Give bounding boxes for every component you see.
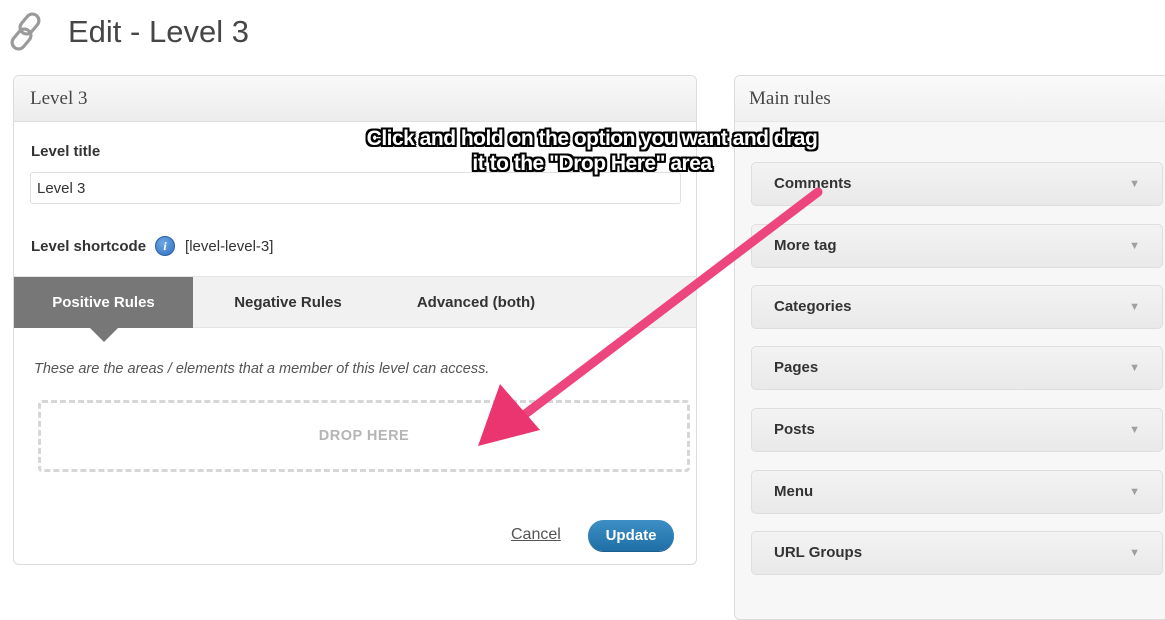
chevron-down-icon[interactable]: ▼ (1129, 424, 1140, 436)
rule-item-pages[interactable]: Pages ▼ (751, 346, 1163, 390)
info-icon[interactable]: i (155, 236, 176, 256)
rule-item-menu[interactable]: Menu ▼ (751, 470, 1163, 514)
rule-item-more-tag[interactable]: More tag ▼ (751, 224, 1163, 268)
rule-item-categories[interactable]: Categories ▼ (751, 285, 1163, 329)
level-panel-heading: Level 3 (14, 76, 696, 122)
rule-item-label: Posts (774, 421, 815, 438)
level-edit-panel: Level 3 Level title Level shortcode i [l… (13, 75, 697, 565)
chevron-down-icon[interactable]: ▼ (1129, 547, 1140, 559)
link-icon (10, 12, 41, 51)
level-shortcode-label: Level shortcode (31, 237, 147, 255)
tab-negative-rules[interactable]: Negative Rules (208, 277, 368, 328)
chevron-down-icon[interactable]: ▼ (1129, 178, 1140, 190)
rule-item-label: Categories (774, 298, 852, 315)
rule-item-comments[interactable]: Comments ▼ (751, 162, 1163, 206)
rule-item-label: Pages (774, 359, 819, 376)
chevron-down-icon[interactable]: ▼ (1129, 301, 1140, 313)
rule-item-label: Comments (774, 175, 852, 192)
rule-item-url-groups[interactable]: URL Groups ▼ (751, 531, 1163, 575)
rule-item-label: More tag (774, 237, 837, 254)
main-rules-heading: Main rules (735, 76, 1165, 122)
level-shortcode-value: [level-level-3] (185, 237, 274, 255)
level-shortcode-row: Level shortcode i [level-level-3] (31, 234, 273, 258)
tab-positive-rules[interactable]: Positive Rules (14, 277, 193, 342)
level-title-label: Level title (31, 143, 101, 160)
page-title: Edit - Level 3 (68, 14, 249, 49)
cancel-link[interactable]: Cancel (511, 526, 561, 544)
chevron-down-icon[interactable]: ▼ (1129, 240, 1140, 252)
drop-zone[interactable]: DROP HERE (38, 400, 690, 472)
chevron-down-icon[interactable]: ▼ (1129, 486, 1140, 498)
drop-zone-label: DROP HERE (318, 428, 410, 444)
tab-advanced-both[interactable]: Advanced (both) (388, 277, 564, 328)
update-button[interactable]: Update (588, 520, 674, 551)
main-rules-panel: Main rules Comments ▼ More tag ▼ Categor… (734, 75, 1165, 620)
level-title-input[interactable] (30, 172, 681, 204)
tab-description: These are the areas / elements that a me… (34, 361, 490, 377)
chevron-down-icon[interactable]: ▼ (1129, 362, 1140, 374)
rules-tabs: Positive Rules Negative Rules Advanced (… (14, 276, 696, 342)
rule-item-posts[interactable]: Posts ▼ (751, 408, 1163, 452)
rule-item-label: URL Groups (774, 544, 863, 561)
rule-item-label: Menu (774, 483, 814, 500)
page-header: Edit - Level 3 (0, 0, 1165, 60)
